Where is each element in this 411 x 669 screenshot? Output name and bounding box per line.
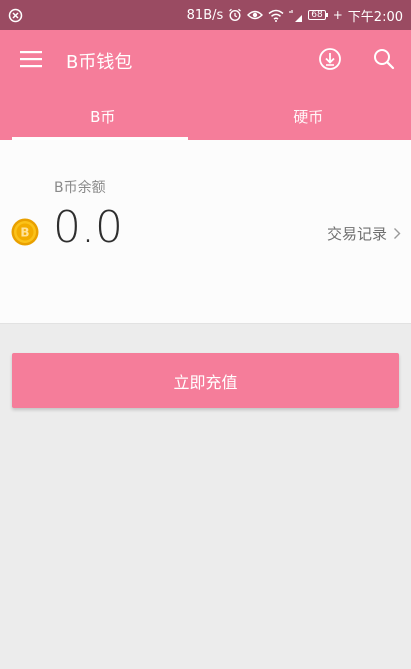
- balance-label: B币余额: [54, 180, 106, 196]
- transaction-history-link[interactable]: 交易记录: [327, 223, 401, 244]
- alarm-icon: [228, 8, 242, 22]
- tab-bar: B币 硬币: [0, 92, 411, 140]
- recharge-button[interactable]: 立即充值: [12, 353, 399, 408]
- download-circle-icon: [318, 47, 342, 75]
- battery-icon: 68: [308, 10, 329, 20]
- history-label: 交易记录: [326, 225, 387, 243]
- download-button[interactable]: [303, 30, 357, 92]
- coin-icon: B: [11, 218, 39, 246]
- chevron-right-icon: [393, 227, 401, 240]
- balance-value: 0.0: [53, 202, 123, 253]
- tab-label: B币: [90, 107, 116, 126]
- signal-icon: [289, 9, 303, 22]
- charging-icon: +: [332, 8, 343, 22]
- search-button[interactable]: [357, 30, 411, 92]
- search-icon: [372, 47, 396, 75]
- app-bar: B币钱包: [0, 30, 411, 92]
- status-time: 下午2:00: [347, 9, 403, 25]
- wifi-icon: [268, 9, 284, 22]
- network-speed: 81B/s: [186, 7, 224, 23]
- balance-card: B币余额 B 0.0 交易记录: [0, 140, 411, 324]
- eye-icon: [247, 9, 264, 21]
- tab-coin[interactable]: 硬币: [206, 92, 411, 140]
- wallet-screen: 81B/s 68 + 下午2:00 B币钱包 B币 硬币 B币余额 B 0.0 …: [0, 0, 411, 669]
- menu-icon: [20, 50, 42, 72]
- menu-button[interactable]: [0, 30, 62, 92]
- page-title: B币钱包: [66, 52, 133, 73]
- close-circle-icon: [8, 8, 23, 23]
- tab-label: 硬币: [293, 107, 324, 126]
- status-bar: 81B/s 68 + 下午2:00: [0, 0, 411, 30]
- tab-b-coin[interactable]: B币: [0, 92, 206, 140]
- svg-text:B: B: [20, 225, 29, 239]
